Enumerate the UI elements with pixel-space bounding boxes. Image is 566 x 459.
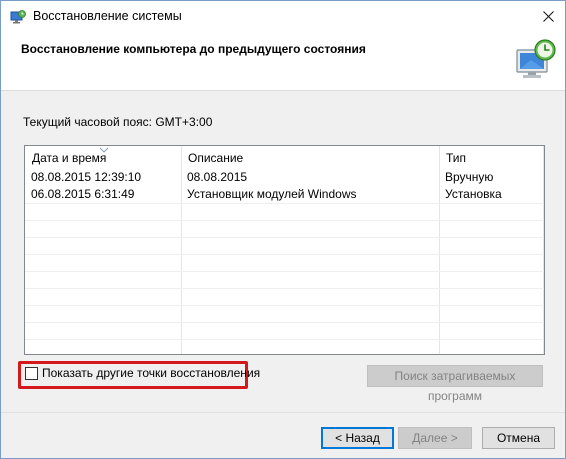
restore-points-table[interactable]: Дата и время Описание Тип 08.08.2015 12:… [24,145,545,355]
next-button[interactable]: Далее > [398,427,472,449]
row-divider [25,305,544,306]
back-button[interactable]: < Назад [321,427,394,449]
row-divider [25,288,544,289]
row-divider [25,254,544,255]
table-header: Дата и время Описание Тип [25,146,544,170]
close-icon [542,11,554,22]
row-divider [25,339,544,340]
row-divider [25,271,544,272]
wizard-body: Текущий часовой пояс: GMT+3:00 Дата и вр… [1,91,565,412]
sort-arrow-icon [99,147,109,153]
scan-affected-programs-button[interactable]: Поиск затрагиваемых программ [367,365,543,403]
row-divider [25,220,544,221]
page-title: Восстановление компьютера до предыдущего… [21,42,366,56]
row-type: Установка [445,187,502,201]
system-restore-clock-icon [516,39,556,78]
row-description: Установщик модулей Windows [187,187,357,201]
row-date: 08.08.2015 12:39:10 [31,170,142,184]
row-divider [25,322,544,323]
window-title: Восстановление системы [33,9,182,23]
close-button[interactable] [531,1,565,32]
column-header-type[interactable]: Тип [439,146,544,170]
show-more-label[interactable]: Показать другие точки восстановления [42,366,260,380]
title-bar: Восстановление системы [1,1,565,32]
show-more-checkbox[interactable] [25,367,38,380]
timezone-label: Текущий часовой пояс: GMT+3:00 [23,115,213,129]
wizard-header: Восстановление компьютера до предыдущего… [1,32,565,90]
row-divider [25,203,544,204]
table-row[interactable]: 06.08.2015 6:31:49 Установщик модулей Wi… [25,186,544,203]
row-date: 06.08.2015 6:31:49 [31,187,135,201]
restore-dialog: Восстановление системы Восстановление ко… [0,0,566,459]
wizard-footer: < Назад Далее > Отмена [1,412,565,458]
system-restore-icon [10,10,26,24]
row-type: Вручную [445,170,494,184]
row-divider [25,237,544,238]
table-row[interactable]: 08.08.2015 12:39:10 08.08.2015 Вручную [25,169,544,186]
column-header-description[interactable]: Описание [181,146,439,170]
row-description: 08.08.2015 [187,170,248,184]
cancel-button[interactable]: Отмена [482,427,555,449]
